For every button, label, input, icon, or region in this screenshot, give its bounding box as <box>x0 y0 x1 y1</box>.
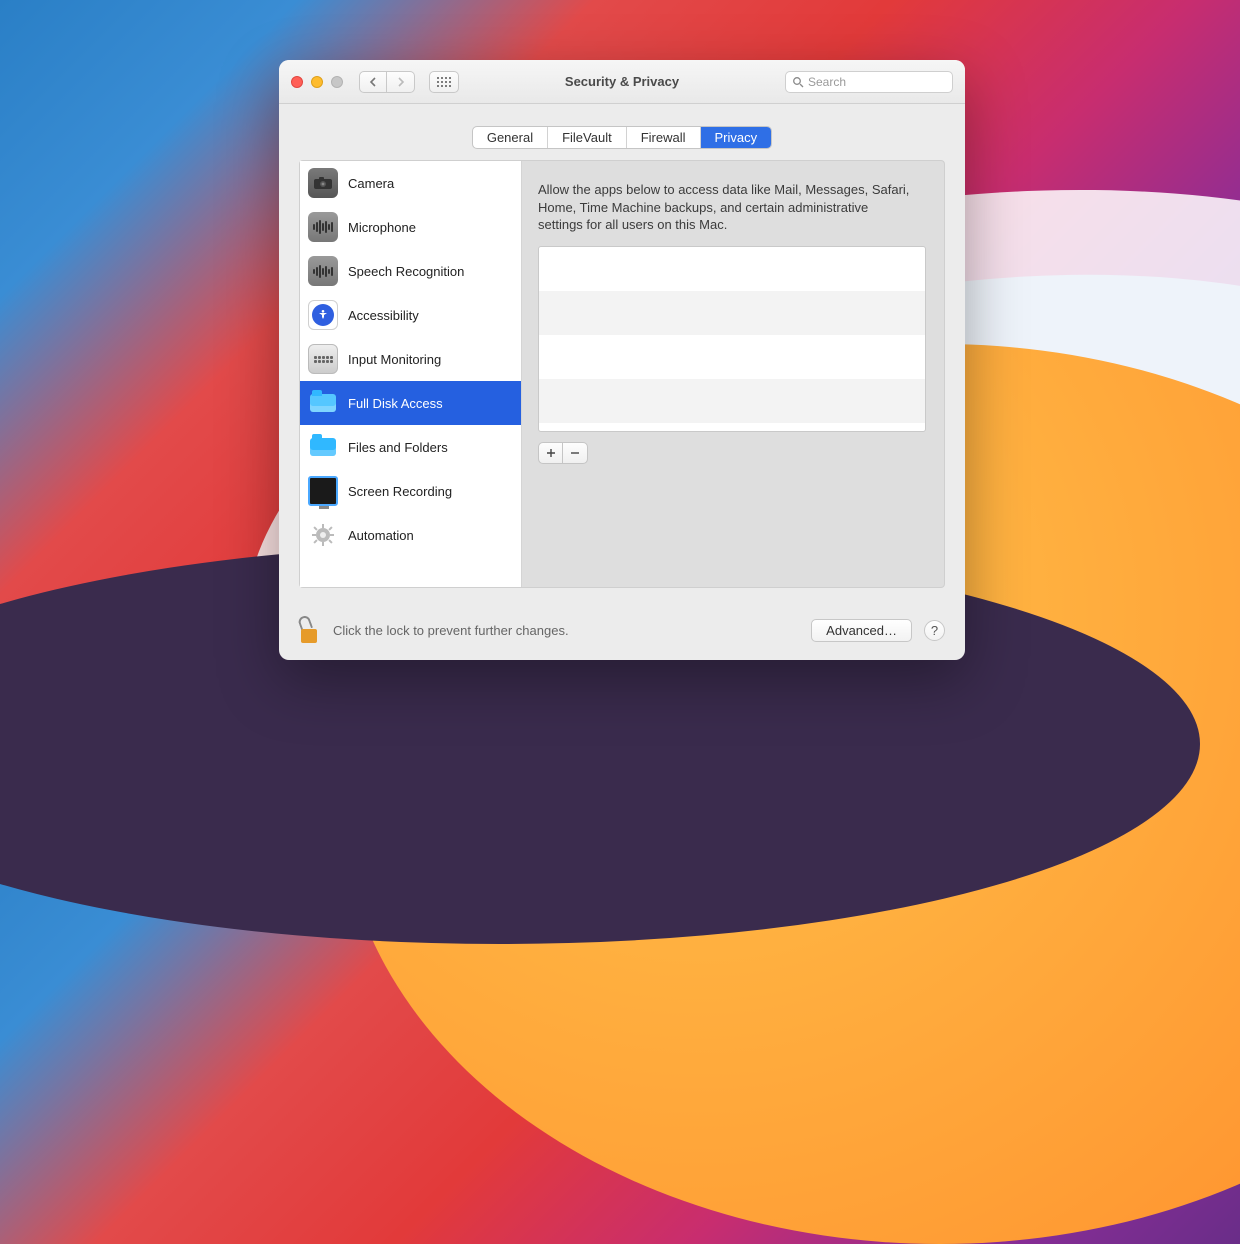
keyboard-icon <box>308 344 338 374</box>
sidebar-item-label: Accessibility <box>348 308 419 323</box>
sidebar-item-label: Screen Recording <box>348 484 452 499</box>
chevron-left-icon <box>369 77 377 87</box>
zoom-button-disabled <box>331 76 343 88</box>
sidebar-item-label: Input Monitoring <box>348 352 441 367</box>
lock-body-icon <box>301 629 317 643</box>
search-icon <box>792 76 804 88</box>
tab-general[interactable]: General <box>473 127 547 148</box>
minus-icon <box>570 448 580 458</box>
remove-button[interactable] <box>563 443 587 463</box>
sidebar-item-label: Automation <box>348 528 414 543</box>
sidebar-item-files-and-folders[interactable]: Files and Folders <box>300 425 521 469</box>
sidebar-item-camera[interactable]: Camera <box>300 161 521 205</box>
lock-button[interactable] <box>299 617 321 643</box>
nav-segment <box>359 71 415 93</box>
sidebar-item-microphone[interactable]: Microphone <box>300 205 521 249</box>
back-button[interactable] <box>359 71 387 93</box>
display-icon <box>308 476 338 506</box>
sidebar-item-full-disk-access[interactable]: Full Disk Access <box>300 381 521 425</box>
sidebar-item-automation[interactable]: Automation <box>300 513 521 557</box>
tab-filevault[interactable]: FileVault <box>547 127 626 148</box>
sidebar-item-label: Microphone <box>348 220 416 235</box>
minimize-button[interactable] <box>311 76 323 88</box>
add-remove-segment <box>538 442 588 464</box>
search-input[interactable] <box>808 75 946 89</box>
folder-icon <box>308 388 338 418</box>
camera-icon <box>308 168 338 198</box>
sidebar-item-screen-recording[interactable]: Screen Recording <box>300 469 521 513</box>
sidebar-item-accessibility[interactable]: Accessibility <box>300 293 521 337</box>
preferences-window: Security & Privacy General FileVault Fir… <box>279 60 965 660</box>
tab-privacy[interactable]: Privacy <box>700 127 772 148</box>
app-list[interactable] <box>538 246 926 432</box>
sidebar-item-input-monitoring[interactable]: Input Monitoring <box>300 337 521 381</box>
privacy-category-list[interactable]: Camera Microphone Speech Recognition <box>300 161 522 587</box>
microphone-icon <box>308 212 338 242</box>
content-pane: Camera Microphone Speech Recognition <box>299 160 945 588</box>
app-list-row <box>539 247 925 291</box>
app-list-row <box>539 335 925 379</box>
show-all-button[interactable] <box>429 71 459 93</box>
window-title: Security & Privacy <box>469 74 775 89</box>
folder-icon <box>308 432 338 462</box>
search-field[interactable] <box>785 71 953 93</box>
grid-icon <box>437 77 451 87</box>
accessibility-icon <box>308 300 338 330</box>
sidebar-item-label: Camera <box>348 176 394 191</box>
tab-firewall[interactable]: Firewall <box>626 127 700 148</box>
help-button[interactable]: ? <box>924 620 945 641</box>
chevron-right-icon <box>397 77 405 87</box>
advanced-button[interactable]: Advanced… <box>811 619 912 642</box>
sidebar-item-label: Full Disk Access <box>348 396 443 411</box>
close-button[interactable] <box>291 76 303 88</box>
sidebar-item-label: Speech Recognition <box>348 264 464 279</box>
footer: Click the lock to prevent further change… <box>279 606 965 660</box>
forward-button[interactable] <box>387 71 415 93</box>
window-controls <box>291 76 343 88</box>
add-button[interactable] <box>539 443 563 463</box>
speech-icon <box>308 256 338 286</box>
gear-icon <box>308 520 338 550</box>
app-list-row <box>539 291 925 335</box>
lock-hint-text: Click the lock to prevent further change… <box>333 623 799 638</box>
sidebar-item-label: Files and Folders <box>348 440 448 455</box>
titlebar: Security & Privacy <box>279 60 965 104</box>
app-list-row <box>539 379 925 423</box>
plus-icon <box>546 448 556 458</box>
sidebar-item-speech-recognition[interactable]: Speech Recognition <box>300 249 521 293</box>
detail-pane: Allow the apps below to access data like… <box>532 161 944 587</box>
tab-bar: General FileVault Firewall Privacy <box>279 126 965 149</box>
description-text: Allow the apps below to access data like… <box>538 181 926 234</box>
